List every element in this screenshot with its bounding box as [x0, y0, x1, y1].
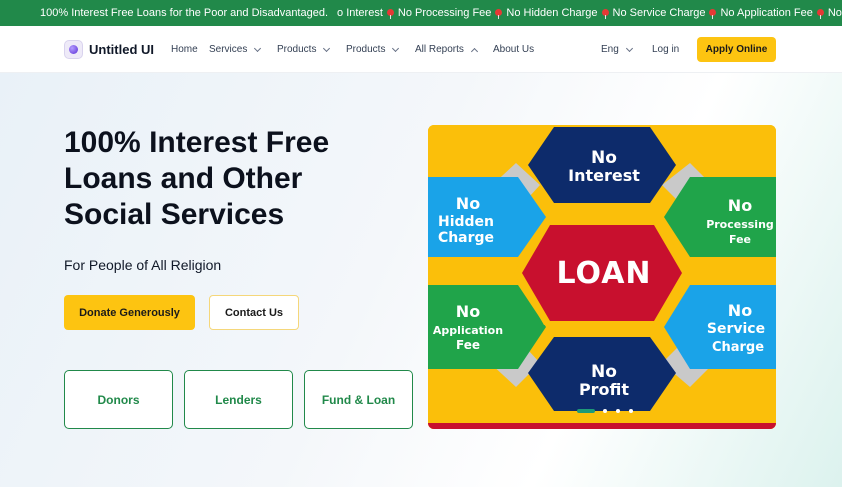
banner-left-top-line3: Charge [438, 230, 494, 246]
logo-icon [64, 40, 83, 59]
chevron-up-icon [470, 47, 478, 55]
ticker-item-no-hidden-charge: No Hidden Charge [506, 7, 598, 19]
carousel-dot-active[interactable] [577, 409, 595, 413]
logo-text: Untitled UI [89, 42, 154, 57]
card-donors[interactable]: Donors [64, 370, 173, 429]
contact-button[interactable]: Contact Us [209, 295, 299, 330]
nav-link-all-reports[interactable]: All Reports [415, 44, 478, 55]
nav-link-products-2-label: Products [346, 44, 386, 55]
ticker-item-intro: 100% Interest Free Loans for the Poor an… [40, 7, 329, 19]
ticker-item-no-profit: No Profit. [827, 7, 842, 19]
ticker-item-no-processing-fee: No Processing Fee [397, 7, 492, 19]
ticker-item-no-interest: o Interest [337, 7, 383, 19]
pin-icon [601, 8, 609, 19]
top-navbar: Untitled UI Home Services Products Produ… [0, 26, 842, 73]
pin-icon [816, 8, 824, 19]
banner-right-bottom-line1: No [728, 301, 752, 320]
pin-icon [709, 8, 717, 19]
banner-bottom-line2: Profit [579, 380, 629, 399]
language-selector[interactable]: Eng [601, 44, 633, 55]
hero-title: 100% Interest Free Loans and Other Socia… [64, 126, 330, 231]
banner-right-top-line3: Fee [729, 233, 751, 246]
carousel-dots [577, 409, 642, 413]
nav-link-services[interactable]: Services [209, 44, 262, 55]
card-fund-loan[interactable]: Fund & Loan [304, 370, 413, 429]
pin-icon [495, 8, 503, 19]
hero-section: 100% Interest Free Loans and Other Socia… [0, 73, 842, 487]
logo[interactable]: Untitled UI [64, 40, 154, 59]
card-lenders[interactable]: Lenders [184, 370, 293, 429]
nav-link-home[interactable]: Home [171, 44, 198, 55]
banner-bottom-stripe [428, 423, 776, 429]
loan-banner-image: No Interest LOAN No Hidden Charge No Pro… [428, 125, 776, 429]
banner-top-line2: Interest [568, 166, 640, 185]
banner-right-bottom-line2: Service [707, 321, 765, 337]
banner-right-top-line1: No [728, 196, 752, 215]
nav-link-about-us[interactable]: About Us [493, 44, 534, 55]
banner-left-bottom-line1: No [456, 302, 480, 321]
carousel-dot[interactable] [603, 409, 607, 413]
announcement-ticker: 100% Interest Free Loans for the Poor an… [0, 0, 842, 26]
language-label: Eng [601, 44, 619, 55]
hero-subtitle: For People of All Religion [64, 257, 222, 273]
chevron-down-icon [323, 44, 331, 52]
ticker-item-no-service-charge: No Service Charge [612, 7, 706, 19]
banner-bottom-line1: No [591, 362, 617, 382]
banner-left-bottom-line2: Application [433, 324, 503, 337]
nav-link-products[interactable]: Products [277, 44, 331, 55]
banner-top-line1: No [591, 148, 617, 168]
chevron-down-icon [392, 44, 400, 52]
banner-left-top-line1: No [456, 194, 480, 213]
apply-online-button[interactable]: Apply Online [697, 37, 776, 62]
nav-link-products-label: Products [277, 44, 317, 55]
banner-right-top-line2: Processing [706, 218, 774, 231]
banner-right-bottom-line3: Charge [712, 340, 764, 355]
banner-left-top-line2: Hidden [438, 214, 494, 230]
nav-link-all-reports-label: All Reports [415, 44, 464, 55]
carousel-dot[interactable] [616, 409, 620, 413]
banner-left-bottom-line3: Fee [456, 338, 480, 352]
pin-icon [386, 8, 394, 19]
chevron-down-icon [254, 44, 262, 52]
banner-center: LOAN [556, 256, 651, 291]
ticker-item-no-application-fee: No Application Fee [720, 7, 813, 19]
donate-button[interactable]: Donate Generously [64, 295, 195, 330]
nav-link-products-2[interactable]: Products [346, 44, 400, 55]
login-link[interactable]: Log in [652, 44, 679, 55]
nav-link-services-label: Services [209, 44, 248, 55]
chevron-down-icon [625, 44, 633, 52]
carousel-dot[interactable] [629, 409, 633, 413]
